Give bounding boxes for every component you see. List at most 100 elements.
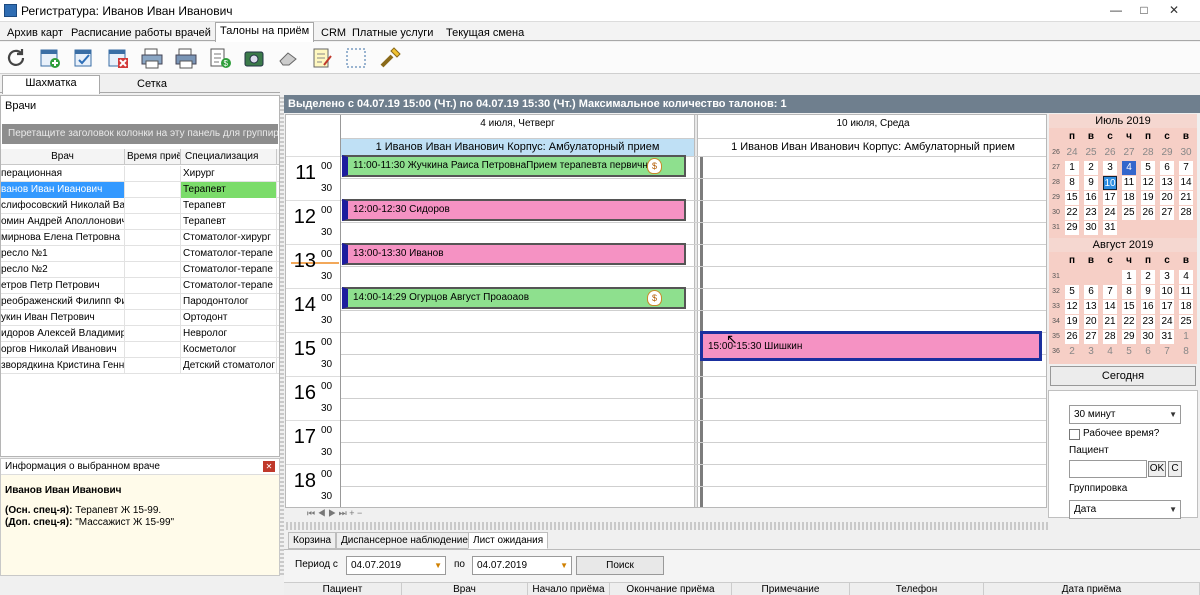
calendar-day[interactable]: 15	[1065, 191, 1079, 205]
tab-current-shift[interactable]: Текущая смена	[441, 24, 529, 41]
calendar-day[interactable]: 7	[1179, 161, 1193, 175]
calendar-day[interactable]: 1	[1179, 330, 1193, 344]
tab-basket[interactable]: Корзина	[288, 532, 337, 549]
waitlist-column[interactable]: Врач	[402, 583, 528, 595]
eraser-icon[interactable]	[276, 46, 300, 70]
calendar-day[interactable]: 25	[1084, 146, 1098, 160]
calendar-day[interactable]: 16	[1141, 300, 1155, 314]
clear-button[interactable]: С	[1168, 461, 1182, 477]
calendar-day[interactable]: 9	[1084, 176, 1098, 190]
calendar-day[interactable]: 30	[1084, 221, 1098, 235]
doctor-row[interactable]: ванов Иван Иванович Терапевт	[1, 182, 279, 198]
calendar-day[interactable]: 27	[1160, 206, 1174, 220]
ok-button[interactable]: OK	[1148, 461, 1166, 477]
doctor-row[interactable]: укин Иван Петрович Ортодонт	[1, 310, 279, 326]
calendar-day[interactable]: 26	[1103, 146, 1117, 160]
close-icon[interactable]: ✕	[263, 461, 275, 472]
period-to-date[interactable]: 04.07.2019 ▼	[472, 556, 572, 575]
schedule-grid[interactable]: 4 июля, Четверг 10 июля, Среда 1 Иванов …	[285, 114, 1047, 508]
edit-ticket-icon[interactable]	[72, 46, 96, 70]
waitlist-column[interactable]: Примечание	[732, 583, 850, 595]
calendar-day[interactable]: 21	[1179, 191, 1193, 205]
calendar-day[interactable]: 4	[1122, 161, 1136, 175]
calendar-day[interactable]: 3	[1160, 270, 1174, 284]
calendar-day[interactable]: 20	[1160, 191, 1174, 205]
calendar-day[interactable]: 5	[1141, 161, 1155, 175]
calendar-day[interactable]: 13	[1160, 176, 1174, 190]
flashlight-icon[interactable]	[378, 46, 402, 70]
tab-waitlist[interactable]: Лист ожидания	[468, 532, 549, 549]
calendar-day[interactable]	[1065, 270, 1079, 284]
waitlist-column[interactable]: Начало приёма	[528, 583, 610, 595]
print-icon[interactable]	[140, 46, 164, 70]
waitlist-column[interactable]: Телефон	[850, 583, 984, 595]
calendar-day[interactable]: 23	[1141, 315, 1155, 329]
splitter[interactable]	[280, 95, 284, 575]
tab-crm[interactable]: CRM	[316, 24, 351, 41]
add-ticket-icon[interactable]	[38, 46, 62, 70]
calendar-day[interactable]: 24	[1065, 146, 1079, 160]
calendar-day[interactable]: 4	[1103, 345, 1117, 359]
working-time-checkbox[interactable]	[1069, 429, 1080, 440]
calendar-day[interactable]: 12	[1141, 176, 1155, 190]
column-doctor[interactable]: Врач	[1, 149, 125, 165]
grouping-select[interactable]: Дата ▼	[1069, 500, 1181, 519]
calendar-day[interactable]: 9	[1141, 285, 1155, 299]
waitlist-column[interactable]: Дата приёма	[984, 583, 1200, 595]
calendar-day[interactable]: 11	[1122, 176, 1136, 190]
calendar-day[interactable]: 4	[1179, 270, 1193, 284]
minimize-icon[interactable]: —	[1106, 2, 1126, 19]
doctor-row[interactable]: оргов Николай Иванович Косметолог	[1, 342, 279, 358]
appointment-block[interactable]: 11:00-11:30 Жучкина Раиса ПетровнаПрием …	[342, 155, 686, 177]
calendar-day[interactable]: 29	[1160, 146, 1174, 160]
calendar-day[interactable]: 11	[1179, 285, 1193, 299]
doctor-row[interactable]: слифосовский Николай Вас Терапевт	[1, 198, 279, 214]
calendar-day[interactable]: 26	[1065, 330, 1079, 344]
calendar-day[interactable]: 6	[1084, 285, 1098, 299]
period-from-date[interactable]: 04.07.2019 ▼	[346, 556, 446, 575]
tab-tickets[interactable]: Талоны на приём	[215, 22, 315, 42]
calendar-day[interactable]: 14	[1179, 176, 1193, 190]
tab-grid-view[interactable]: Сетка	[104, 77, 200, 93]
calendar-day[interactable]: 23	[1084, 206, 1098, 220]
calendar-day[interactable]: 6	[1141, 345, 1155, 359]
appointment-block[interactable]: 14:00-14:29 Огурцов Август Проаоаов $	[342, 287, 686, 309]
appointment-block[interactable]: 15:00-15:30 Шишкин	[700, 331, 1042, 361]
column-specialization[interactable]: Специализация	[181, 149, 277, 165]
close-icon[interactable]: ✕	[1164, 2, 1184, 19]
calendar-day[interactable]: 17	[1103, 191, 1117, 205]
calendar-day[interactable]	[1160, 221, 1174, 235]
schedule-scroll-nav[interactable]: ⏮ ◀ ▶ ⏭ + −	[285, 508, 1047, 518]
calendar-month-title[interactable]: Июль 2019	[1049, 114, 1197, 128]
calendar-day[interactable]: 3	[1103, 161, 1117, 175]
doctor-row[interactable]: идоров Алексей Владимиро Невролог	[1, 326, 279, 342]
calendar-day[interactable]: 18	[1179, 300, 1193, 314]
appointment-block[interactable]: 12:00-12:30 Сидоров	[342, 199, 686, 221]
calendar-day[interactable]: 8	[1122, 285, 1136, 299]
calendar-day[interactable]	[1103, 270, 1117, 284]
calendar-day[interactable]: 19	[1141, 191, 1155, 205]
calendar-day[interactable]: 19	[1065, 315, 1079, 329]
patient-input[interactable]	[1069, 460, 1147, 478]
calendar-day[interactable]: 27	[1122, 146, 1136, 160]
calendar-day[interactable]	[1122, 221, 1136, 235]
print-list-icon[interactable]	[174, 46, 198, 70]
tab-card-archive[interactable]: Архив карт	[2, 24, 68, 41]
calendar-day[interactable]: 16	[1084, 191, 1098, 205]
appointment-block[interactable]: 13:00-13:30 Иванов	[342, 243, 686, 265]
calendar-day[interactable]: 2	[1141, 270, 1155, 284]
calendar-day[interactable]: 31	[1103, 221, 1117, 235]
tab-paid-services[interactable]: Платные услуги	[347, 24, 438, 41]
calendar-day[interactable]: 3	[1084, 345, 1098, 359]
calendar-day[interactable]: 10	[1160, 285, 1174, 299]
calendar-day[interactable]: 25	[1179, 315, 1193, 329]
calendar-day[interactable]: 13	[1084, 300, 1098, 314]
calendar-day[interactable]: 15	[1122, 300, 1136, 314]
calendar-day[interactable]: 5	[1065, 285, 1079, 299]
calendar-day[interactable]: 2	[1065, 345, 1079, 359]
calendar-day[interactable]: 12	[1065, 300, 1079, 314]
doctor-row[interactable]: перационная Хирург	[1, 166, 279, 182]
tab-dispensary[interactable]: Диспансерное наблюдение	[336, 532, 473, 549]
today-button[interactable]: Сегодня	[1050, 366, 1196, 386]
calendar-day[interactable]	[1141, 221, 1155, 235]
